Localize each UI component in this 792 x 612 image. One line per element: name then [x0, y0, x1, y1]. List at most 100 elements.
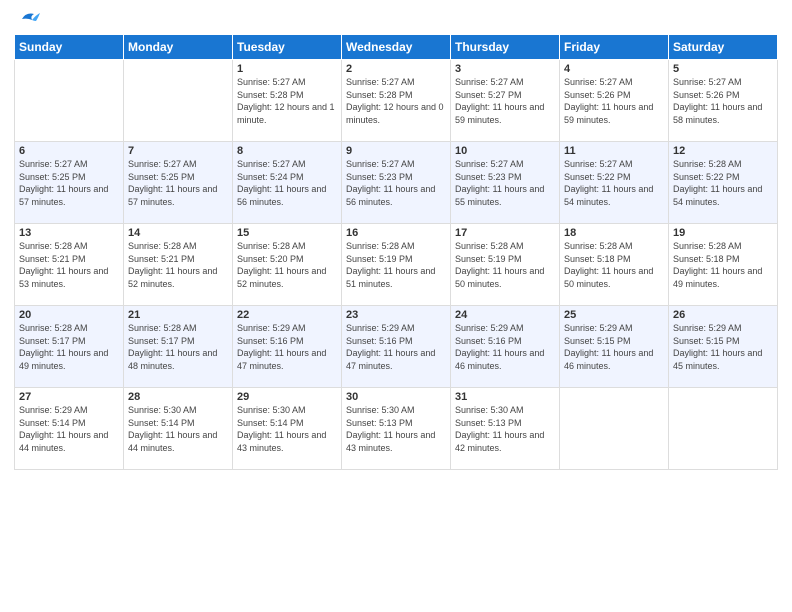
- day-info: Sunrise: 5:28 AMSunset: 5:19 PMDaylight:…: [346, 240, 446, 290]
- day-info: Sunrise: 5:28 AMSunset: 5:17 PMDaylight:…: [19, 322, 119, 372]
- day-cell: 19Sunrise: 5:28 AMSunset: 5:18 PMDayligh…: [669, 224, 778, 306]
- day-number: 23: [346, 309, 446, 321]
- logo: [14, 10, 40, 28]
- day-info: Sunrise: 5:27 AMSunset: 5:22 PMDaylight:…: [564, 158, 664, 208]
- day-info: Sunrise: 5:30 AMSunset: 5:13 PMDaylight:…: [346, 404, 446, 454]
- day-number: 10: [455, 145, 555, 157]
- day-cell: 2Sunrise: 5:27 AMSunset: 5:28 PMDaylight…: [342, 60, 451, 142]
- day-info: Sunrise: 5:27 AMSunset: 5:26 PMDaylight:…: [564, 76, 664, 126]
- day-info: Sunrise: 5:29 AMSunset: 5:15 PMDaylight:…: [564, 322, 664, 372]
- day-cell: [124, 60, 233, 142]
- day-number: 28: [128, 391, 228, 403]
- day-cell: 20Sunrise: 5:28 AMSunset: 5:17 PMDayligh…: [15, 306, 124, 388]
- day-info: Sunrise: 5:28 AMSunset: 5:22 PMDaylight:…: [673, 158, 773, 208]
- day-number: 21: [128, 309, 228, 321]
- day-number: 17: [455, 227, 555, 239]
- day-cell: 21Sunrise: 5:28 AMSunset: 5:17 PMDayligh…: [124, 306, 233, 388]
- day-info: Sunrise: 5:27 AMSunset: 5:25 PMDaylight:…: [19, 158, 119, 208]
- day-info: Sunrise: 5:27 AMSunset: 5:27 PMDaylight:…: [455, 76, 555, 126]
- day-number: 1: [237, 63, 337, 75]
- day-number: 4: [564, 63, 664, 75]
- day-cell: 18Sunrise: 5:28 AMSunset: 5:18 PMDayligh…: [560, 224, 669, 306]
- day-number: 20: [19, 309, 119, 321]
- week-row-1: 1Sunrise: 5:27 AMSunset: 5:28 PMDaylight…: [15, 60, 778, 142]
- day-info: Sunrise: 5:29 AMSunset: 5:16 PMDaylight:…: [237, 322, 337, 372]
- day-number: 16: [346, 227, 446, 239]
- day-info: Sunrise: 5:27 AMSunset: 5:26 PMDaylight:…: [673, 76, 773, 126]
- day-cell: 8Sunrise: 5:27 AMSunset: 5:24 PMDaylight…: [233, 142, 342, 224]
- day-cell: 9Sunrise: 5:27 AMSunset: 5:23 PMDaylight…: [342, 142, 451, 224]
- day-number: 30: [346, 391, 446, 403]
- week-row-5: 27Sunrise: 5:29 AMSunset: 5:14 PMDayligh…: [15, 388, 778, 470]
- day-cell: 11Sunrise: 5:27 AMSunset: 5:22 PMDayligh…: [560, 142, 669, 224]
- day-number: 2: [346, 63, 446, 75]
- day-info: Sunrise: 5:28 AMSunset: 5:17 PMDaylight:…: [128, 322, 228, 372]
- day-cell: 16Sunrise: 5:28 AMSunset: 5:19 PMDayligh…: [342, 224, 451, 306]
- day-cell: 22Sunrise: 5:29 AMSunset: 5:16 PMDayligh…: [233, 306, 342, 388]
- logo-bird-icon: [18, 10, 40, 28]
- day-number: 27: [19, 391, 119, 403]
- day-number: 11: [564, 145, 664, 157]
- day-number: 19: [673, 227, 773, 239]
- day-cell: 29Sunrise: 5:30 AMSunset: 5:14 PMDayligh…: [233, 388, 342, 470]
- day-number: 6: [19, 145, 119, 157]
- day-cell: 3Sunrise: 5:27 AMSunset: 5:27 PMDaylight…: [451, 60, 560, 142]
- day-info: Sunrise: 5:29 AMSunset: 5:16 PMDaylight:…: [346, 322, 446, 372]
- col-header-sunday: Sunday: [15, 35, 124, 60]
- day-cell: 25Sunrise: 5:29 AMSunset: 5:15 PMDayligh…: [560, 306, 669, 388]
- day-number: 13: [19, 227, 119, 239]
- col-header-thursday: Thursday: [451, 35, 560, 60]
- day-number: 8: [237, 145, 337, 157]
- day-number: 5: [673, 63, 773, 75]
- day-cell: 30Sunrise: 5:30 AMSunset: 5:13 PMDayligh…: [342, 388, 451, 470]
- day-cell: 17Sunrise: 5:28 AMSunset: 5:19 PMDayligh…: [451, 224, 560, 306]
- col-header-friday: Friday: [560, 35, 669, 60]
- day-cell: 13Sunrise: 5:28 AMSunset: 5:21 PMDayligh…: [15, 224, 124, 306]
- day-cell: [669, 388, 778, 470]
- day-cell: 27Sunrise: 5:29 AMSunset: 5:14 PMDayligh…: [15, 388, 124, 470]
- day-cell: 24Sunrise: 5:29 AMSunset: 5:16 PMDayligh…: [451, 306, 560, 388]
- day-cell: 26Sunrise: 5:29 AMSunset: 5:15 PMDayligh…: [669, 306, 778, 388]
- day-info: Sunrise: 5:28 AMSunset: 5:18 PMDaylight:…: [564, 240, 664, 290]
- day-info: Sunrise: 5:28 AMSunset: 5:21 PMDaylight:…: [19, 240, 119, 290]
- calendar-table: SundayMondayTuesdayWednesdayThursdayFrid…: [14, 34, 778, 470]
- day-info: Sunrise: 5:29 AMSunset: 5:16 PMDaylight:…: [455, 322, 555, 372]
- day-cell: 23Sunrise: 5:29 AMSunset: 5:16 PMDayligh…: [342, 306, 451, 388]
- day-info: Sunrise: 5:27 AMSunset: 5:25 PMDaylight:…: [128, 158, 228, 208]
- day-info: Sunrise: 5:27 AMSunset: 5:28 PMDaylight:…: [346, 76, 446, 126]
- day-info: Sunrise: 5:29 AMSunset: 5:14 PMDaylight:…: [19, 404, 119, 454]
- day-cell: 12Sunrise: 5:28 AMSunset: 5:22 PMDayligh…: [669, 142, 778, 224]
- day-cell: 5Sunrise: 5:27 AMSunset: 5:26 PMDaylight…: [669, 60, 778, 142]
- day-number: 14: [128, 227, 228, 239]
- day-info: Sunrise: 5:30 AMSunset: 5:14 PMDaylight:…: [128, 404, 228, 454]
- calendar-header-row: SundayMondayTuesdayWednesdayThursdayFrid…: [15, 35, 778, 60]
- col-header-monday: Monday: [124, 35, 233, 60]
- day-number: 12: [673, 145, 773, 157]
- day-info: Sunrise: 5:30 AMSunset: 5:14 PMDaylight:…: [237, 404, 337, 454]
- day-cell: 14Sunrise: 5:28 AMSunset: 5:21 PMDayligh…: [124, 224, 233, 306]
- col-header-saturday: Saturday: [669, 35, 778, 60]
- day-info: Sunrise: 5:27 AMSunset: 5:28 PMDaylight:…: [237, 76, 337, 126]
- day-info: Sunrise: 5:27 AMSunset: 5:23 PMDaylight:…: [346, 158, 446, 208]
- day-cell: [15, 60, 124, 142]
- day-number: 26: [673, 309, 773, 321]
- day-info: Sunrise: 5:28 AMSunset: 5:21 PMDaylight:…: [128, 240, 228, 290]
- day-number: 15: [237, 227, 337, 239]
- day-number: 7: [128, 145, 228, 157]
- col-header-tuesday: Tuesday: [233, 35, 342, 60]
- day-cell: [560, 388, 669, 470]
- week-row-4: 20Sunrise: 5:28 AMSunset: 5:17 PMDayligh…: [15, 306, 778, 388]
- day-info: Sunrise: 5:27 AMSunset: 5:23 PMDaylight:…: [455, 158, 555, 208]
- day-cell: 31Sunrise: 5:30 AMSunset: 5:13 PMDayligh…: [451, 388, 560, 470]
- day-number: 22: [237, 309, 337, 321]
- day-cell: 7Sunrise: 5:27 AMSunset: 5:25 PMDaylight…: [124, 142, 233, 224]
- day-number: 24: [455, 309, 555, 321]
- day-cell: 10Sunrise: 5:27 AMSunset: 5:23 PMDayligh…: [451, 142, 560, 224]
- day-cell: 1Sunrise: 5:27 AMSunset: 5:28 PMDaylight…: [233, 60, 342, 142]
- day-info: Sunrise: 5:27 AMSunset: 5:24 PMDaylight:…: [237, 158, 337, 208]
- day-number: 3: [455, 63, 555, 75]
- day-cell: 6Sunrise: 5:27 AMSunset: 5:25 PMDaylight…: [15, 142, 124, 224]
- page: SundayMondayTuesdayWednesdayThursdayFrid…: [0, 0, 792, 612]
- day-info: Sunrise: 5:28 AMSunset: 5:20 PMDaylight:…: [237, 240, 337, 290]
- day-number: 29: [237, 391, 337, 403]
